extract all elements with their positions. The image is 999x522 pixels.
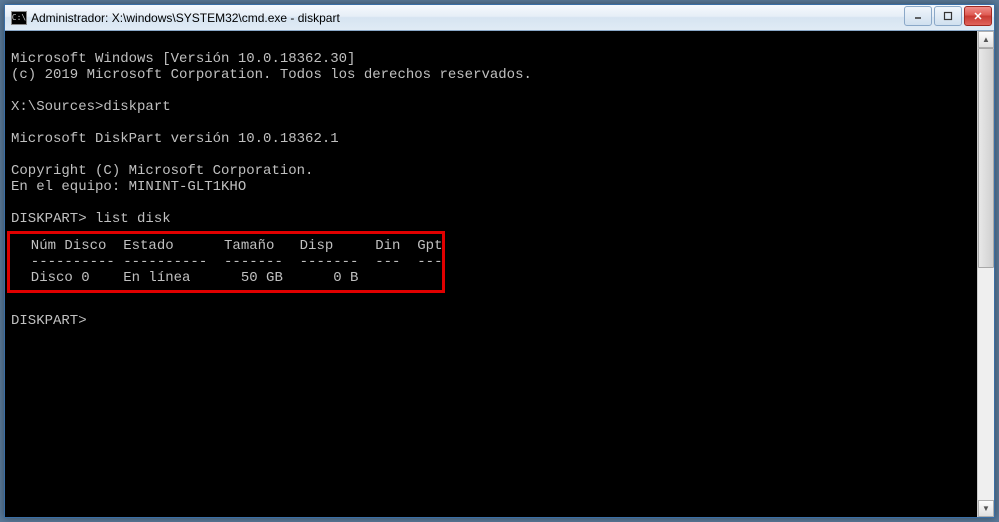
disk-table-highlight: Núm Disco Estado Tamaño Disp Din Gpt ---… — [7, 231, 445, 293]
scroll-down-arrow-icon[interactable]: ▼ — [978, 500, 994, 517]
table-row: Disco 0 En línea 50 GB 0 B — [14, 270, 358, 286]
scroll-thumb[interactable] — [978, 48, 994, 268]
console-area: Microsoft Windows [Versión 10.0.18362.30… — [5, 31, 994, 517]
output-line: En el equipo: MININT-GLT1KHO — [11, 179, 246, 195]
window-controls — [904, 6, 992, 26]
cmd-icon: C:\ — [11, 11, 27, 25]
prompt-line: DISKPART> — [11, 313, 87, 329]
close-button[interactable] — [964, 6, 992, 26]
maximize-button[interactable] — [934, 6, 962, 26]
table-header: Núm Disco Estado Tamaño Disp Din Gpt — [14, 238, 442, 254]
title-bar[interactable]: C:\ Administrador: X:\windows\SYSTEM32\c… — [5, 5, 994, 31]
minimize-button[interactable] — [904, 6, 932, 26]
scroll-up-arrow-icon[interactable]: ▲ — [978, 31, 994, 48]
console-output[interactable]: Microsoft Windows [Versión 10.0.18362.30… — [5, 31, 977, 517]
scroll-track[interactable] — [978, 48, 994, 500]
vertical-scrollbar[interactable]: ▲ ▼ — [977, 31, 994, 517]
window-title: Administrador: X:\windows\SYSTEM32\cmd.e… — [31, 11, 340, 25]
table-divider: ---------- ---------- ------- ------- --… — [14, 254, 442, 270]
output-line: (c) 2019 Microsoft Corporation. Todos lo… — [11, 67, 532, 83]
prompt-line: X:\Sources>diskpart — [11, 99, 171, 115]
output-line: Microsoft Windows [Versión 10.0.18362.30… — [11, 51, 355, 67]
output-line: Copyright (C) Microsoft Corporation. — [11, 163, 313, 179]
output-line: Microsoft DiskPart versión 10.0.18362.1 — [11, 131, 339, 147]
prompt-line: DISKPART> list disk — [11, 211, 171, 227]
cmd-window: C:\ Administrador: X:\windows\SYSTEM32\c… — [4, 4, 995, 518]
